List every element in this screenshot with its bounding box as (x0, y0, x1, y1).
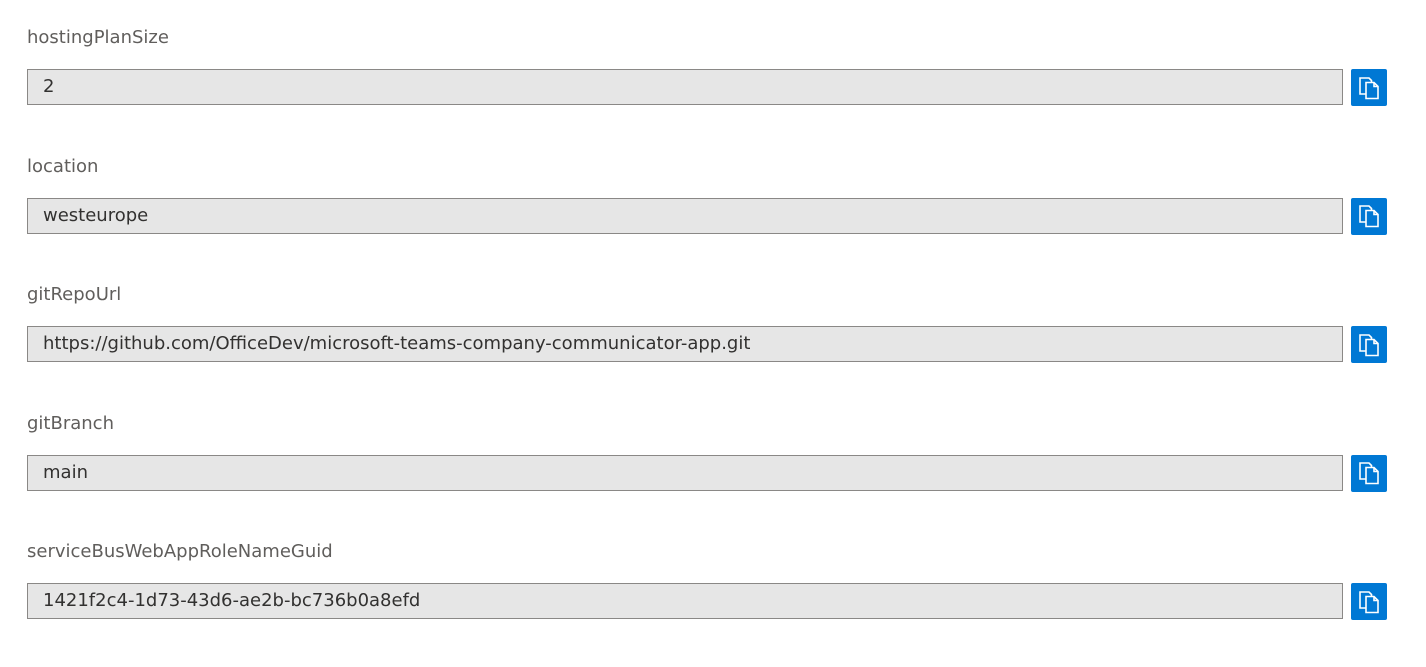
copy-button[interactable] (1351, 197, 1387, 235)
field-label: location (27, 155, 99, 177)
field-service-bus-web-app-role-name-guid: serviceBusWebAppRoleNameGuid 1421f2c4-1d… (27, 538, 1389, 667)
field-value-readonly-input[interactable]: 1421f2c4-1d73-43d6-ae2b-bc736b0a8efd (27, 583, 1343, 619)
field-hosting-plan-size: hostingPlanSize 2 (27, 24, 1389, 153)
field-value-readonly-input[interactable]: main (27, 454, 1343, 491)
field-row: main (27, 454, 1389, 492)
copy-button[interactable] (1351, 583, 1387, 620)
copy-button[interactable] (1351, 326, 1387, 363)
copy-icon (1359, 333, 1379, 356)
field-location: location westeurope (27, 153, 1389, 282)
copy-icon (1359, 76, 1379, 99)
field-row: https://github.com/OfficeDev/microsoft-t… (27, 326, 1389, 363)
copy-icon (1359, 205, 1379, 228)
field-row: 1421f2c4-1d73-43d6-ae2b-bc736b0a8efd (27, 583, 1389, 620)
field-value-readonly-input[interactable]: westeurope (27, 197, 1343, 234)
copy-icon (1359, 462, 1379, 485)
field-label: hostingPlanSize (27, 27, 169, 48)
field-row: westeurope (27, 197, 1389, 235)
copy-button[interactable] (1351, 69, 1387, 106)
field-label: serviceBusWebAppRoleNameGuid (27, 541, 333, 562)
field-value-readonly-input[interactable]: 2 (27, 69, 1343, 105)
field-label: gitRepoUrl (27, 284, 122, 305)
field-git-repo-url: gitRepoUrl https://github.com/OfficeDev/… (27, 281, 1389, 410)
deployment-outputs-list: hostingPlanSize 2 location westeurope gi… (27, 24, 1389, 667)
copy-icon (1359, 590, 1379, 613)
field-row: 2 (27, 69, 1389, 106)
field-value-readonly-input[interactable]: https://github.com/OfficeDev/microsoft-t… (27, 326, 1343, 362)
field-label: gitBranch (27, 412, 114, 434)
copy-button[interactable] (1351, 454, 1387, 492)
field-git-branch: gitBranch main (27, 410, 1389, 539)
